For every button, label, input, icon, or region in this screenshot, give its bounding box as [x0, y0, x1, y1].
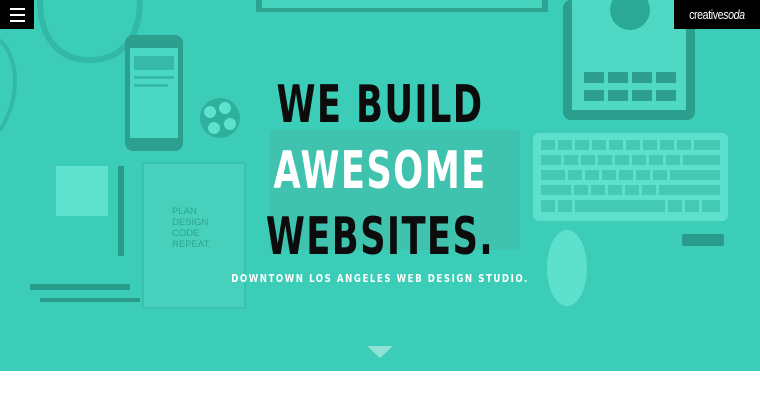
menu-bar-top	[9, 7, 25, 10]
logo-link[interactable]: creativesoda	[674, 0, 760, 29]
logo-part-creative: creative	[689, 7, 724, 22]
down-arrow-icon[interactable]	[367, 346, 393, 358]
headline-line-3: WEBSITES.	[265, 207, 495, 267]
hamburger-menu-button[interactable]	[0, 0, 34, 29]
logo-text: creativesoda	[689, 7, 745, 22]
logo-part-soda: soda	[723, 7, 745, 22]
headline-line-2: AWESOME	[273, 141, 487, 201]
hero-tagline: DOWNTOWN LOS ANGELES WEB DESIGN STUDIO.	[231, 272, 529, 285]
menu-bar-bottom	[9, 19, 25, 22]
sticky-note-image	[56, 166, 108, 216]
menu-bar-middle	[9, 13, 25, 16]
headline-line-1: WE BUILD	[276, 75, 484, 135]
hero-section: PLAN DESIGN CODE REPEAT. creativesoda WE…	[0, 0, 760, 371]
below-fold-section	[0, 371, 760, 400]
